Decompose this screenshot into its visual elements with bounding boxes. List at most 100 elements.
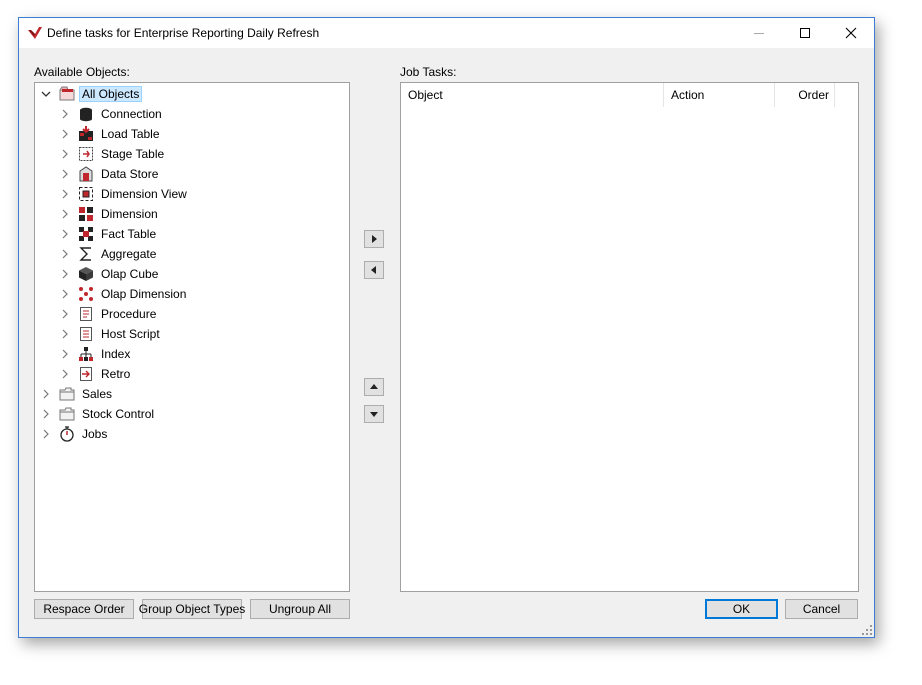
tree-node-olap-cube[interactable]: Olap Cube [60,265,161,283]
chevron-right-icon[interactable] [60,289,70,299]
tree-node-all-objects[interactable]: All Objects [41,85,143,103]
minimize-button[interactable] [736,18,782,48]
aggregate-icon [78,246,94,262]
dimension-view-icon [78,186,94,202]
tree-node-data-store[interactable]: Data Store [60,165,161,183]
folder-icon [59,406,75,422]
all-objects-icon [59,86,75,102]
tree-node-label: Index [101,347,131,361]
up-arrow-icon [370,384,378,389]
tree-node-host-script[interactable]: Host Script [60,325,163,343]
remove-task-button[interactable] [364,261,384,279]
chevron-right-icon[interactable] [60,269,70,279]
chevron-right-icon[interactable] [60,229,70,239]
tree-node-label: Data Store [101,167,159,181]
tree-node-label: Olap Cube [101,267,159,281]
tree-node-jobs[interactable]: Jobs [41,425,110,443]
folder-icon [59,386,75,402]
tree-node-stock-control[interactable]: Stock Control [41,405,157,423]
connection-icon [78,106,94,122]
chevron-right-icon[interactable] [60,349,70,359]
stopwatch-icon [59,426,75,442]
tree-node-label: Fact Table [101,227,157,241]
fact-table-icon [78,226,94,242]
chevron-right-icon[interactable] [41,389,51,399]
chevron-right-icon[interactable] [41,429,51,439]
column-header-order[interactable]: Order [775,83,835,107]
maximize-icon [800,28,810,38]
title-bar: Define tasks for Enterprise Reporting Da… [19,18,874,48]
dimension-icon [78,206,94,222]
stage-table-icon [78,146,94,162]
group-object-types-button[interactable]: Group Object Types [139,599,245,619]
tree-node-aggregate[interactable]: Aggregate [60,245,159,263]
chevron-right-icon[interactable] [60,209,70,219]
olap-cube-icon [78,266,94,282]
tree-node-procedure[interactable]: Procedure [60,305,159,323]
job-tasks-list[interactable]: Object Action Order [400,82,859,592]
ungroup-all-button[interactable]: Ungroup All [250,599,350,619]
tree-node-label: Sales [82,387,113,401]
chevron-right-icon[interactable] [60,249,70,259]
tree-node-retro[interactable]: Retro [60,365,133,383]
move-up-button[interactable] [364,378,384,396]
available-objects-tree[interactable]: All Objects Connection Load Table Stage … [34,82,350,592]
tree-node-label: Dimension [101,207,158,221]
tree-node-label: Retro [101,367,131,381]
tree-node-label: Dimension View [101,187,187,201]
index-icon [78,346,94,362]
add-right-arrow-icon [372,235,377,243]
chevron-right-icon[interactable] [60,129,70,139]
chevron-right-icon[interactable] [60,309,70,319]
window-title: Define tasks for Enterprise Reporting Da… [47,26,320,40]
available-objects-label: Available Objects: [34,65,130,79]
load-table-icon [78,126,94,142]
column-header-object[interactable]: Object [401,83,664,107]
chevron-right-icon[interactable] [41,409,51,419]
tree-node-stage-table[interactable]: Stage Table [60,145,167,163]
add-task-button[interactable] [364,230,384,248]
tree-node-olap-dimension[interactable]: Olap Dimension [60,285,189,303]
column-header-action[interactable]: Action [664,83,775,107]
respace-order-button[interactable]: Respace Order [34,599,134,619]
tree-node-label: Connection [101,107,162,121]
tree-node-dimension[interactable]: Dimension [60,205,161,223]
host-script-icon [78,326,94,342]
app-logo-icon [28,27,42,39]
chevron-right-icon[interactable] [60,329,70,339]
tree-node-label: Procedure [101,307,157,321]
close-button[interactable] [828,18,874,48]
maximize-button[interactable] [782,18,828,48]
tree-node-connection[interactable]: Connection [60,105,165,123]
tree-node-load-table[interactable]: Load Table [60,125,163,143]
tree-node-label: Olap Dimension [101,287,187,301]
ok-button[interactable]: OK [705,599,778,619]
chevron-right-icon[interactable] [60,189,70,199]
tree-node-label: Stock Control [82,407,155,421]
cancel-button[interactable]: Cancel [785,599,858,619]
remove-left-arrow-icon [371,266,376,274]
retro-icon [78,366,94,382]
resize-grip-icon[interactable] [862,625,872,635]
down-arrow-icon [370,412,378,417]
chevron-down-icon[interactable] [41,89,51,99]
tree-node-index[interactable]: Index [60,345,133,363]
tree-node-label: Load Table [101,127,160,141]
move-down-button[interactable] [364,405,384,423]
dialog-window: Define tasks for Enterprise Reporting Da… [18,17,875,638]
tree-node-fact-table[interactable]: Fact Table [60,225,159,243]
chevron-right-icon[interactable] [60,169,70,179]
chevron-right-icon[interactable] [60,369,70,379]
procedure-icon [78,306,94,322]
tree-node-sales[interactable]: Sales [41,385,115,403]
tree-node-label: Jobs [82,427,108,441]
chevron-right-icon[interactable] [60,109,70,119]
olap-dimension-icon [78,286,94,302]
tree-node-label: All Objects [79,86,143,102]
tree-node-label: Aggregate [101,247,157,261]
close-icon [845,27,857,39]
tree-node-label: Host Script [101,327,160,341]
minimize-icon [754,33,764,34]
chevron-right-icon[interactable] [60,149,70,159]
tree-node-dimension-view[interactable]: Dimension View [60,185,190,203]
